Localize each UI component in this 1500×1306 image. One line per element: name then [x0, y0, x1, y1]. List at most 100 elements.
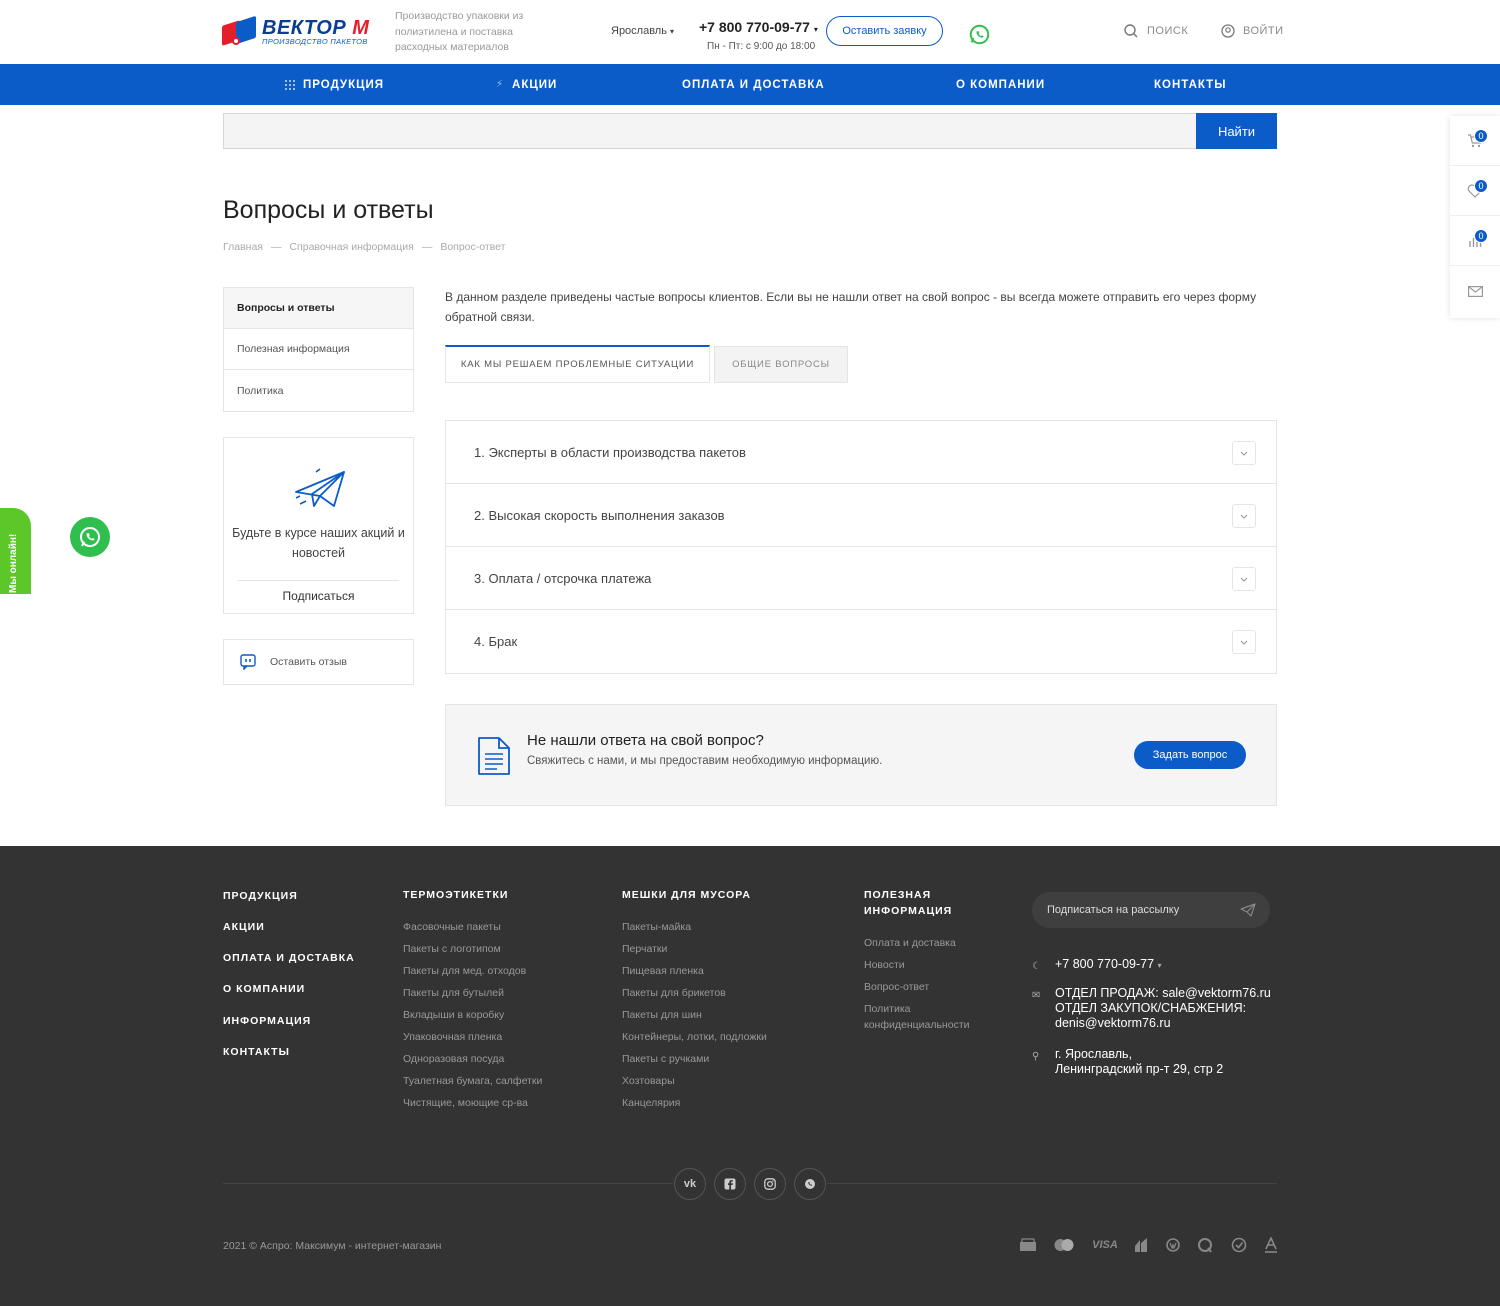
footer-link[interactable]: Чистящие, моющие ср-ва: [403, 1096, 528, 1112]
footer-link[interactable]: Упаковочная пленка: [403, 1030, 502, 1046]
footer-link-products[interactable]: ПРОДУКЦИЯ: [223, 890, 298, 902]
footer-link-info[interactable]: ИНФОРМАЦИЯ: [223, 1015, 311, 1027]
send-icon[interactable]: [1240, 903, 1256, 917]
mastercard-icon: [1053, 1236, 1075, 1254]
search-toggle[interactable]: ПОИСК: [1124, 24, 1188, 38]
footer-link[interactable]: Фасовочные пакеты: [403, 920, 501, 936]
faq-item[interactable]: 3. Оплата / отсрочка платежа: [446, 547, 1276, 610]
city-selector[interactable]: Ярославль ▾: [611, 25, 674, 37]
tab-problem-situations[interactable]: КАК МЫ РЕШАЕМ ПРОБЛЕМНЫЕ СИТУАЦИИ: [445, 345, 710, 383]
footer-link[interactable]: Контейнеры, лотки, подложки: [622, 1030, 767, 1046]
leave-review-button[interactable]: Оставить отзыв: [223, 639, 414, 685]
footer-link[interactable]: Вопрос-ответ: [864, 980, 929, 996]
faq-item[interactable]: 1. Эксперты в области производства пакет…: [446, 421, 1276, 484]
copyright: 2021 © Аспро: Максимум - интернет-магази…: [223, 1240, 442, 1252]
online-chat-label: Мы онлайн!: [8, 533, 19, 593]
breadcrumb-home[interactable]: Главная: [223, 241, 263, 253]
logo[interactable]: ВЕКТОР М ПРОИЗВОДСТВО ПАКЕТОВ: [222, 15, 374, 48]
nav-label: О КОМПАНИИ: [956, 78, 1046, 91]
online-chat-tab[interactable]: Мы онлайн!: [0, 508, 31, 594]
subscribe-widget: Будьте в курсе наших акций и новостей По…: [223, 437, 414, 614]
user-icon: [1221, 24, 1235, 38]
newsletter-subscribe[interactable]: Подписаться на рассылку: [1032, 892, 1270, 928]
phone-number[interactable]: +7 800 770-09-77 ▾: [699, 19, 818, 35]
search-icon: [1124, 24, 1138, 38]
footer-link[interactable]: Туалетная бумага, салфетки: [403, 1074, 542, 1090]
divider: [827, 1183, 1277, 1184]
footer-emails: ✉ ОТДЕЛ ПРОДАЖ: sale@vektorm76.ru ОТДЕЛ …: [1032, 986, 1271, 1031]
chevron-down-icon[interactable]: [1232, 567, 1256, 591]
footer-link-sales[interactable]: АКЦИИ: [223, 921, 265, 933]
nav-label: АКЦИИ: [512, 78, 558, 91]
lightning-icon: ⚡: [496, 79, 505, 90]
chevron-down-icon[interactable]: [1232, 504, 1256, 528]
footer-link[interactable]: Пищевая пленка: [622, 964, 704, 980]
footer-link[interactable]: Пакеты для брикетов: [622, 986, 726, 1002]
footer-link[interactable]: Пакеты для мед. отходов: [403, 964, 526, 980]
whatsapp-icon[interactable]: [794, 1168, 826, 1200]
breadcrumb-reference[interactable]: Справочная информация: [289, 241, 413, 253]
left-menu-item-faq[interactable]: Вопросы и ответы: [224, 288, 413, 329]
faq-item[interactable]: 2. Высокая скорость выполнения заказов: [446, 484, 1276, 547]
faq-item[interactable]: 4. Брак: [446, 610, 1276, 673]
footer-link[interactable]: Хозтовары: [622, 1074, 675, 1090]
newsletter-label: Подписаться на рассылку: [1047, 904, 1180, 916]
breadcrumb: Главная — Справочная информация — Вопрос…: [223, 241, 505, 253]
phone-label: +7 800 770-09-77: [699, 19, 810, 35]
left-menu-item-policy[interactable]: Политика: [224, 370, 413, 411]
footer-link[interactable]: Одноразовая посуда: [403, 1052, 504, 1068]
nav-item-contacts[interactable]: КОНТАКТЫ: [1154, 64, 1226, 105]
nav-item-sales[interactable]: ⚡ АКЦИИ: [496, 64, 557, 105]
mail-button[interactable]: [1450, 266, 1500, 316]
sberbank-icon: [1134, 1236, 1148, 1254]
cash-icon: [1019, 1236, 1037, 1254]
footer-col-title[interactable]: ПОЛЕЗНАЯ ИНФОРМАЦИЯ: [864, 888, 952, 919]
nav-item-products[interactable]: ПРОДУКЦИЯ: [285, 64, 384, 105]
nav-item-payment-delivery[interactable]: ОПЛАТА И ДОСТАВКА: [682, 64, 825, 105]
footer-link[interactable]: Канцелярия: [622, 1096, 680, 1112]
visa-label: VISA: [1092, 1239, 1118, 1251]
footer-link[interactable]: Пакеты-майка: [622, 920, 691, 936]
chevron-down-icon[interactable]: [1232, 441, 1256, 465]
footer-col-title[interactable]: ТЕРМОЭТИКЕТКИ: [403, 888, 508, 904]
footer-link[interactable]: Пакеты с логотипом: [403, 942, 501, 958]
subscribe-link[interactable]: Подписаться: [224, 589, 413, 603]
footer-link-contacts[interactable]: КОНТАКТЫ: [223, 1046, 290, 1058]
search-input[interactable]: [223, 113, 1196, 149]
footer-email-line[interactable]: ОТДЕЛ ПРОДАЖ: sale@vektorm76.ru: [1055, 986, 1271, 1001]
footer-link[interactable]: Пакеты для бутылей: [403, 986, 504, 1002]
whatsapp-float-button[interactable]: [70, 517, 110, 557]
footer-link[interactable]: Новости: [864, 958, 905, 974]
footer-link[interactable]: Политика конфиденциальности: [864, 1002, 994, 1033]
footer-link[interactable]: Пакеты с ручками: [622, 1052, 709, 1068]
footer-link-about[interactable]: О КОМПАНИИ: [223, 983, 305, 995]
favorites-count-badge: 0: [1474, 179, 1488, 193]
footer-phone[interactable]: ☾ +7 800 770-09-77 ▾: [1032, 957, 1162, 974]
footer-email-line[interactable]: denis@vektorm76.ru: [1055, 1016, 1271, 1031]
footer-link[interactable]: Перчатки: [622, 942, 667, 958]
compare-count-badge: 0: [1474, 229, 1488, 243]
tab-general-questions[interactable]: ОБЩИЕ ВОПРОСЫ: [714, 346, 848, 383]
login-link[interactable]: ВОЙТИ: [1221, 24, 1284, 38]
search-button[interactable]: Найти: [1196, 113, 1277, 149]
footer-link[interactable]: Оплата и доставка: [864, 936, 956, 952]
whatsapp-icon[interactable]: [969, 24, 990, 45]
nav-label: КОНТАКТЫ: [1154, 78, 1227, 91]
left-menu-item-useful-info[interactable]: Полезная информация: [224, 329, 413, 370]
facebook-icon[interactable]: [714, 1168, 746, 1200]
footer-col-title[interactable]: МЕШКИ ДЛЯ МУСОРА: [622, 888, 751, 904]
footer-link[interactable]: Пакеты для шин: [622, 1008, 702, 1024]
request-button[interactable]: Оставить заявку: [826, 16, 943, 46]
chevron-down-icon: ▾: [1157, 961, 1162, 970]
footer-link-payment-delivery[interactable]: ОПЛАТА И ДОСТАВКА: [223, 952, 355, 964]
footer-link[interactable]: Вкладыши в коробку: [403, 1008, 504, 1024]
nav-item-about[interactable]: О КОМПАНИИ: [956, 64, 1045, 105]
chevron-down-icon[interactable]: [1232, 630, 1256, 654]
instagram-icon[interactable]: [754, 1168, 786, 1200]
favorites-button[interactable]: 0: [1450, 166, 1500, 216]
ask-question-button[interactable]: Задать вопрос: [1134, 741, 1246, 769]
vk-icon[interactable]: vk: [674, 1168, 706, 1200]
search-bar: Найти: [223, 113, 1277, 149]
compare-button[interactable]: 0: [1450, 216, 1500, 266]
cart-button[interactable]: 0: [1450, 116, 1500, 166]
